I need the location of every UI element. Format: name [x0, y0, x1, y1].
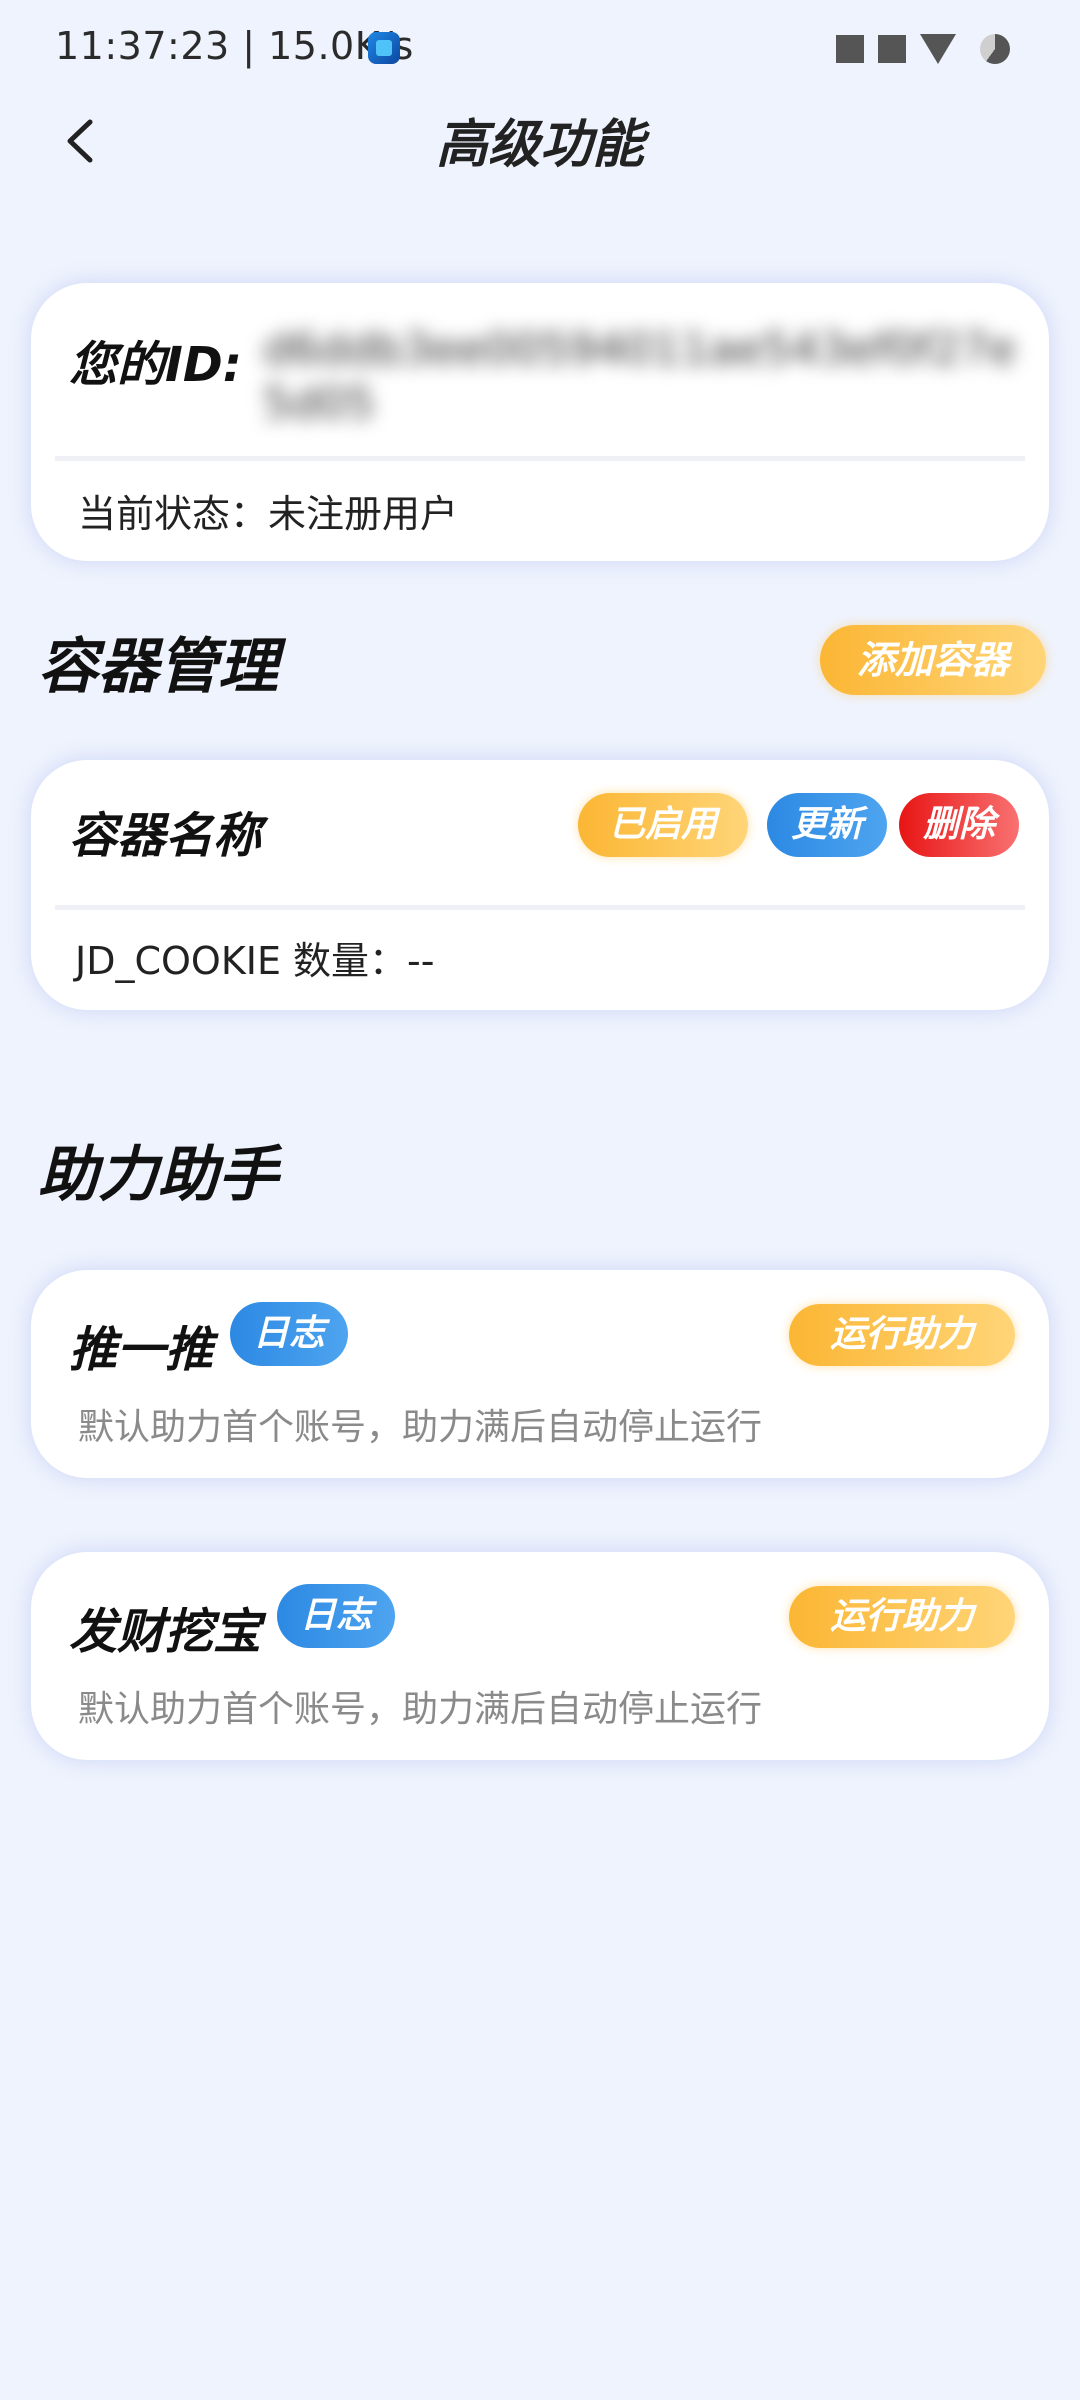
status-value: 未注册用户 — [268, 492, 459, 536]
user-status: 当前状态：未注册用户 — [78, 483, 458, 538]
run-helper-button[interactable]: 运行助力 — [789, 1586, 1015, 1648]
id-label: 您的ID: — [69, 337, 242, 393]
container-name: 容器名称 — [69, 808, 262, 864]
divider — [55, 905, 1025, 910]
add-container-button[interactable]: 添加容器 — [820, 625, 1046, 695]
cookie-value: -- — [407, 939, 435, 983]
status-time-speed: 11:37:23 | 15.0K/s — [55, 24, 414, 68]
log-button[interactable]: 日志 — [230, 1302, 348, 1366]
helper-name: 发财挖宝 — [69, 1604, 262, 1660]
status-label: 当前状态： — [78, 492, 269, 536]
helper-card-tuiyitui: 推一推 日志 运行助力 默认助力首个账号，助力满后自动停止运行 — [31, 1270, 1049, 1478]
page-title: 高级功能 — [435, 115, 644, 175]
container-section-title: 容器管理 — [38, 632, 278, 702]
log-button[interactable]: 日志 — [277, 1584, 395, 1648]
notification-icon — [878, 35, 906, 63]
id-card: 您的ID: d6ddb3ee00594011ae543ef0f27e5d05 当… — [31, 283, 1049, 561]
enabled-button[interactable]: 已启用 — [578, 793, 748, 857]
cookie-count: JD_COOKIE 数量：-- — [75, 930, 434, 985]
wifi-icon — [920, 34, 956, 64]
divider — [55, 456, 1025, 461]
status-bar: 11:37:23 | 15.0K/s — [0, 0, 1080, 96]
id-value: d6ddb3ee00594011ae543ef0f27e5d05 — [263, 324, 1016, 429]
cookie-label: JD_COOKIE 数量： — [75, 939, 408, 983]
helper-name: 推一推 — [69, 1322, 214, 1378]
battery-icon — [980, 34, 1010, 64]
helper-card-facaiwabao: 发财挖宝 日志 运行助力 默认助力首个账号，助力满后自动停止运行 — [31, 1552, 1049, 1760]
helper-description: 默认助力首个账号，助力满后自动停止运行 — [78, 1407, 763, 1448]
helper-section-title: 助力助手 — [38, 1140, 278, 1210]
status-icons — [836, 32, 1010, 66]
update-button[interactable]: 更新 — [767, 793, 887, 857]
delete-button[interactable]: 删除 — [899, 793, 1019, 857]
run-helper-button[interactable]: 运行助力 — [789, 1304, 1015, 1366]
app-icon — [368, 32, 400, 64]
helper-description: 默认助力首个账号，助力满后自动停止运行 — [78, 1689, 763, 1730]
container-card: 容器名称 已启用 更新 删除 JD_COOKIE 数量：-- — [31, 760, 1049, 1010]
notification-icon — [836, 35, 864, 63]
